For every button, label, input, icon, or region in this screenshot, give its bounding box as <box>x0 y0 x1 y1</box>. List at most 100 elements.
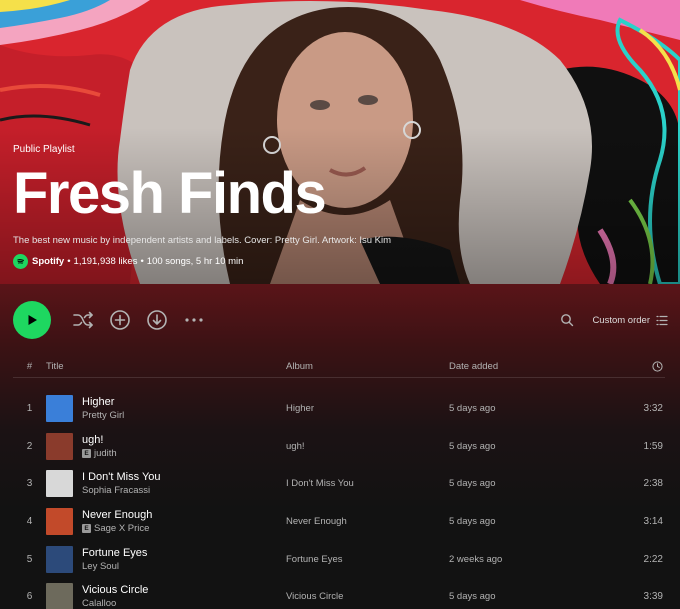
track-album-link[interactable]: ugh! <box>286 441 449 452</box>
track-cover-image <box>46 395 73 423</box>
list-icon <box>656 315 668 325</box>
track-artist-link[interactable]: Ley Soul <box>82 561 119 572</box>
clock-icon <box>652 361 663 372</box>
track-artist-link[interactable]: Pretty Girl <box>82 410 124 421</box>
explicit-badge: E <box>82 524 91 534</box>
track-date-added: 2 weeks ago <box>449 553 503 565</box>
playlist-title: Fresh Finds <box>13 161 327 226</box>
track-album-link[interactable]: I Don't Miss You <box>286 478 449 489</box>
play-button[interactable] <box>13 301 51 339</box>
track-date-added: 5 days ago <box>449 516 496 528</box>
column-header-date-added[interactable]: Date added <box>449 361 599 372</box>
column-header-title[interactable]: Title <box>46 361 286 372</box>
track-duration: 2:38 <box>643 478 663 490</box>
track-album-link[interactable]: Never Enough <box>286 516 449 527</box>
track-title-link[interactable]: Never Enough <box>82 509 152 521</box>
track-title-link[interactable]: I Don't Miss You <box>82 471 161 483</box>
add-to-library-button[interactable] <box>108 308 132 332</box>
track-duration: 1:59 <box>643 440 663 452</box>
more-icon <box>185 318 203 322</box>
playlist-owner-link[interactable]: Spotify <box>32 256 64 267</box>
track-album-link[interactable]: Vicious Circle <box>286 591 449 602</box>
track-row[interactable]: 4 Never Enough E Sage X Price Never Enough 5 … <box>13 503 665 541</box>
track-artist-link[interactable]: Sage X Price <box>94 523 149 534</box>
track-duration: 2:22 <box>643 553 663 565</box>
track-artist-line: Sophia Fracassi <box>82 485 161 496</box>
track-date-added: 5 days ago <box>449 403 496 415</box>
track-title-cell: Higher Pretty Girl <box>46 395 286 423</box>
track-title-link[interactable]: Vicious Circle <box>82 584 148 596</box>
track-cover-image <box>46 583 73 609</box>
track-title-stack: ugh! Ejudith <box>82 434 117 459</box>
shuffle-button[interactable] <box>71 308 95 332</box>
tracklist: 1 Higher Pretty Girl Higher 5 days ago 3:32 2 u… <box>13 390 665 609</box>
track-artist-line: E Sage X Price <box>82 523 152 534</box>
explicit-badge: E <box>82 448 91 458</box>
track-cover-image <box>46 508 73 536</box>
sort-order-button[interactable]: Custom order <box>592 315 668 326</box>
track-artist-line: Ley Soul <box>82 561 147 572</box>
spotify-logo-icon <box>13 254 28 269</box>
play-icon <box>28 315 37 325</box>
track-title-stack: Higher Pretty Girl <box>82 396 124 421</box>
track-cover-image <box>46 432 73 460</box>
track-title-cell: ugh! Ejudith <box>46 432 286 460</box>
playlist-info: Public Playlist Fresh Finds The best new… <box>13 144 613 269</box>
playlist-description: The best new music by independent artist… <box>13 235 392 246</box>
track-title-cell: Never Enough E Sage X Price <box>46 508 286 536</box>
track-title-stack: Vicious Circle Calalloo <box>82 584 148 609</box>
track-title-link[interactable]: Higher <box>82 396 124 408</box>
track-album-link[interactable]: Fortune Eyes <box>286 554 449 565</box>
track-artist-line: Calalloo <box>82 598 148 609</box>
playlist-type-label: Public Playlist <box>13 144 75 155</box>
sort-order-label: Custom order <box>592 314 650 326</box>
track-number: 2 <box>26 440 33 452</box>
search-in-playlist-button[interactable] <box>555 308 579 332</box>
track-title-stack: Never Enough E Sage X Price <box>82 509 152 534</box>
track-row[interactable]: 6 Vicious Circle Calalloo Vicious Circle 5 d… <box>13 578 665 609</box>
track-duration: 3:39 <box>643 591 663 603</box>
track-title-cell: I Don't Miss You Sophia Fracassi <box>46 470 286 498</box>
track-row[interactable]: 5 Fortune Eyes Ley Soul Fortune Eyes 2 weeks… <box>13 540 665 578</box>
track-title-stack: I Don't Miss You Sophia Fracassi <box>82 471 161 496</box>
track-number: 3 <box>26 478 33 490</box>
track-number: 5 <box>26 553 33 565</box>
download-button[interactable] <box>145 308 169 332</box>
track-artist-link[interactable]: judith <box>94 448 117 459</box>
track-cover-image <box>46 545 73 573</box>
track-date-added: 5 days ago <box>449 440 496 452</box>
track-row[interactable]: 3I Don't Miss You Sophia Fracassi I Don't … <box>13 465 665 503</box>
track-duration: 3:32 <box>643 403 663 415</box>
track-row[interactable]: 2 ugh! Ejudith ugh! 5 days ago 1:59 <box>13 428 665 466</box>
track-artist-line: Pretty Girl <box>82 410 124 421</box>
playlist-stats: 100 songs, 5 hr 10 min <box>146 256 244 267</box>
track-cover-image <box>46 470 73 498</box>
track-row[interactable]: 1 Higher Pretty Girl Higher 5 days ago 3:32 <box>13 390 665 428</box>
track-duration: 3:14 <box>643 516 663 528</box>
more-options-button[interactable] <box>182 308 206 332</box>
playlist-header: Public Playlist Fresh Finds The best new… <box>0 0 680 284</box>
download-icon <box>147 310 167 330</box>
track-number: 1 <box>26 403 33 415</box>
meta-separator: • <box>140 256 144 267</box>
track-title-link[interactable]: Fortune Eyes <box>82 547 147 559</box>
search-icon <box>561 314 574 327</box>
playlist-likes: 1,191,938 likes <box>73 256 138 267</box>
meta-separator: • <box>67 256 71 267</box>
track-album-link[interactable]: Higher <box>286 403 449 414</box>
column-header-album[interactable]: Album <box>286 361 449 372</box>
column-header-number: # <box>26 361 33 372</box>
shuffle-icon <box>73 311 93 329</box>
track-title-link[interactable]: ugh! <box>82 434 117 446</box>
column-header-duration[interactable] <box>599 361 665 372</box>
track-number: 6 <box>26 591 33 603</box>
track-artist-link[interactable]: Sophia Fracassi <box>82 485 150 496</box>
track-number: 4 <box>26 516 33 528</box>
track-date-added: 5 days ago <box>449 478 496 490</box>
track-title-stack: Fortune Eyes Ley Soul <box>82 547 147 572</box>
track-artist-link[interactable]: Calalloo <box>82 598 116 609</box>
action-bar: Custom order <box>13 301 668 339</box>
track-title-cell: Vicious Circle Calalloo <box>46 583 286 609</box>
tracklist-header: # Title Album Date added <box>13 356 665 378</box>
track-title-cell: Fortune Eyes Ley Soul <box>46 545 286 573</box>
